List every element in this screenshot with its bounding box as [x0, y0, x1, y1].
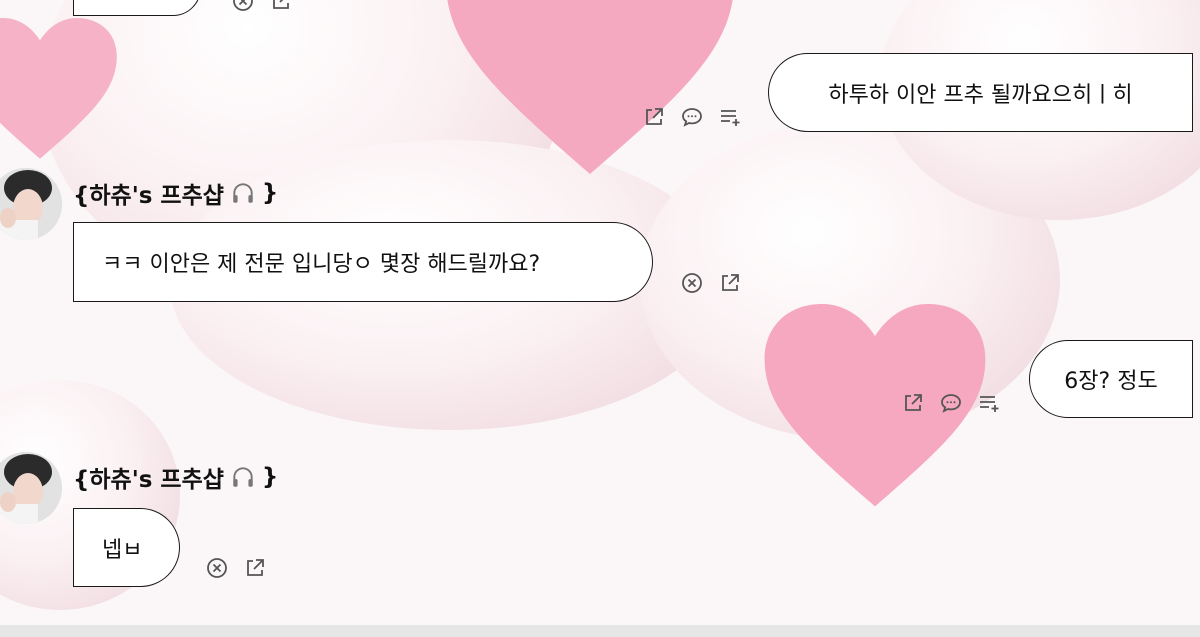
close-circle-icon[interactable]	[230, 0, 256, 14]
message-actions	[230, 0, 294, 14]
headphones-icon	[230, 464, 256, 490]
message-bubble-incoming[interactable]	[73, 0, 201, 16]
heart-icon	[0, 18, 117, 159]
share-icon[interactable]	[717, 270, 743, 296]
comment-icon[interactable]	[938, 390, 964, 416]
message-bubble-incoming[interactable]: ㅋㅋ 이안은 제 전문 입니당ㅇ 몇장 해드릴까요?	[73, 222, 653, 302]
share-icon[interactable]	[641, 104, 667, 130]
sender-name: {하츄's 프추샵 }	[73, 176, 278, 210]
comment-icon[interactable]	[679, 104, 705, 130]
share-icon[interactable]	[242, 555, 268, 581]
headphones-icon	[230, 180, 256, 206]
sender-label-close: }	[261, 180, 279, 206]
message-bubble-outgoing[interactable]: 6장? 정도	[1029, 340, 1193, 418]
bottom-bar	[0, 625, 1200, 637]
playlist-add-icon[interactable]	[717, 104, 743, 130]
sender-label-close: }	[261, 464, 279, 490]
message-actions	[679, 270, 743, 296]
message-bubble-outgoing[interactable]: 하투하 이안 프추 될까요으히ㅣ히	[768, 53, 1193, 132]
sender-label: {하츄's 프추샵	[73, 183, 224, 209]
share-icon[interactable]	[900, 390, 926, 416]
message-bubble-incoming[interactable]: 넵ㅂ	[73, 508, 180, 587]
message-text: 넵ㅂ	[102, 537, 143, 563]
message-text: ㅋㅋ 이안은 제 전문 입니당ㅇ 몇장 해드릴까요?	[102, 252, 541, 277]
close-circle-icon[interactable]	[204, 555, 230, 581]
message-text: 6장? 정도	[1064, 369, 1158, 394]
share-icon[interactable]	[268, 0, 294, 14]
message-text: 하투하 이안 프추 될까요으히ㅣ히	[828, 82, 1133, 108]
heart-icon	[447, 0, 733, 174]
sender-label: {하츄's 프추샵	[73, 467, 224, 493]
sender-name: {하츄's 프추샵 }	[73, 460, 278, 494]
close-circle-icon[interactable]	[679, 270, 705, 296]
message-actions	[900, 390, 1002, 416]
message-actions	[641, 104, 743, 130]
message-actions	[204, 555, 268, 581]
playlist-add-icon[interactable]	[976, 390, 1002, 416]
